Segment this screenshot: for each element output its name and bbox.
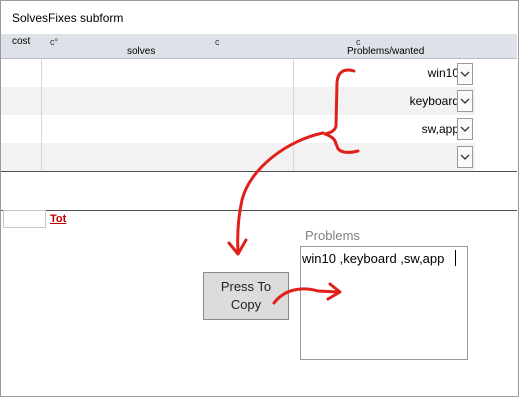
annotation-overlay xyxy=(227,68,360,305)
short-arrow-annotation xyxy=(272,287,340,305)
bracket-annotation xyxy=(323,68,360,154)
curved-arrow-annotation xyxy=(236,131,325,254)
